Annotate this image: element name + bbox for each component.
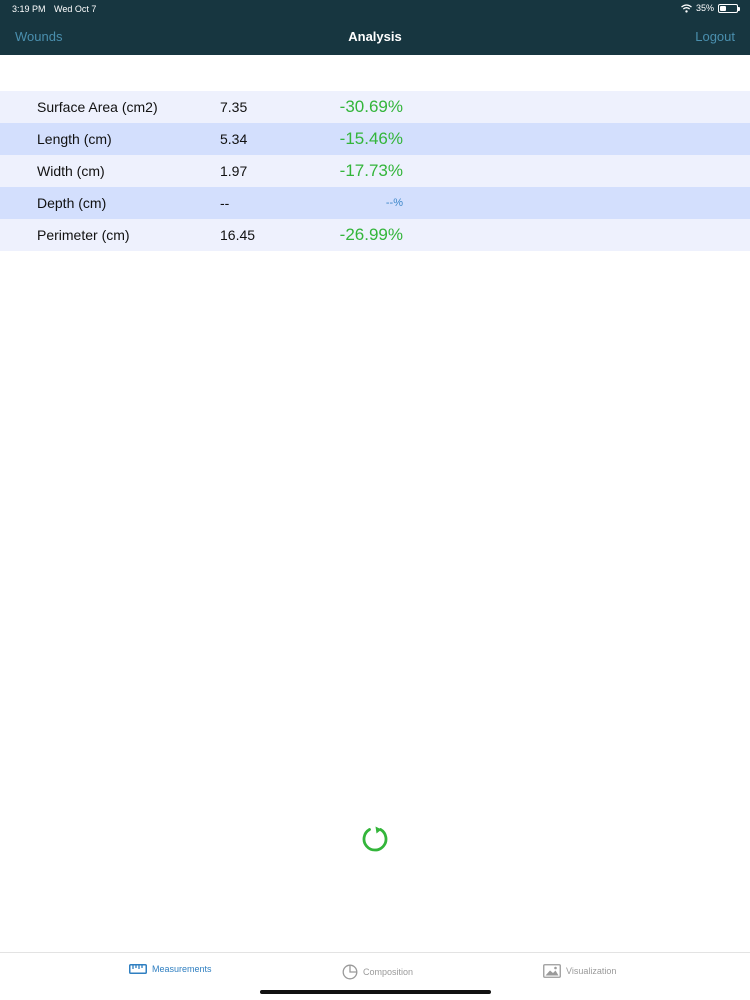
- measurement-label: Width (cm): [37, 163, 105, 179]
- battery-level: [720, 5, 726, 11]
- status-date: Wed Oct 7: [54, 4, 97, 14]
- measurement-label: Depth (cm): [37, 195, 107, 211]
- measurement-label: Length (cm): [37, 131, 112, 147]
- measurement-value: 5.34: [220, 131, 248, 147]
- status-indicators: 35%: [681, 3, 740, 13]
- measurement-value: 7.35: [220, 99, 248, 115]
- measurement-change: -30.69%: [339, 97, 403, 116]
- measurement-row-depth: Depth (cm) -- --%: [0, 187, 750, 219]
- measurement-row-perimeter: Perimeter (cm) 16.45 -26.99%: [0, 219, 750, 251]
- measurement-label: Surface Area (cm2): [37, 99, 158, 115]
- measurement-value: --: [220, 195, 230, 211]
- navigation-bar: 3:19 PM Wed Oct 7 35% Wounds Analysis Lo…: [0, 0, 750, 55]
- measurements-table: Surface Area (cm2) 7.35 -30.69% Length (…: [0, 91, 750, 251]
- measurement-change: -15.46%: [339, 129, 403, 148]
- pie-chart-icon: [342, 964, 358, 980]
- wifi-icon: [681, 3, 692, 13]
- ruler-icon: [129, 964, 147, 974]
- measurement-label: Perimeter (cm): [37, 227, 130, 243]
- tab-composition[interactable]: Composition: [342, 964, 413, 980]
- refresh-icon[interactable]: [360, 824, 390, 854]
- measurement-value: 16.45: [220, 227, 256, 243]
- battery-icon: [718, 3, 740, 13]
- measurement-row-length: Length (cm) 5.34 -15.46%: [0, 123, 750, 155]
- measurement-change: -26.99%: [339, 225, 403, 244]
- tab-label: Measurements: [152, 964, 212, 974]
- page-title: Analysis: [348, 29, 402, 44]
- measurement-change: --%: [385, 197, 403, 209]
- measurement-value: 1.97: [220, 163, 248, 179]
- tab-visualization[interactable]: Visualization: [543, 964, 616, 978]
- measurement-row-width: Width (cm) 1.97 -17.73%: [0, 155, 750, 187]
- tab-measurements[interactable]: Measurements: [129, 964, 212, 974]
- battery-percent: 35%: [695, 3, 714, 13]
- image-icon: [543, 964, 561, 978]
- measurement-change: -17.73%: [339, 161, 403, 180]
- home-indicator: [260, 990, 491, 994]
- tab-label: Composition: [363, 967, 414, 977]
- status-time: 3:19 PM: [12, 4, 46, 14]
- logout-button[interactable]: Logout: [695, 29, 735, 44]
- tab-label: Visualization: [566, 966, 617, 976]
- measurement-row-surface-area: Surface Area (cm2) 7.35 -30.69%: [0, 91, 750, 123]
